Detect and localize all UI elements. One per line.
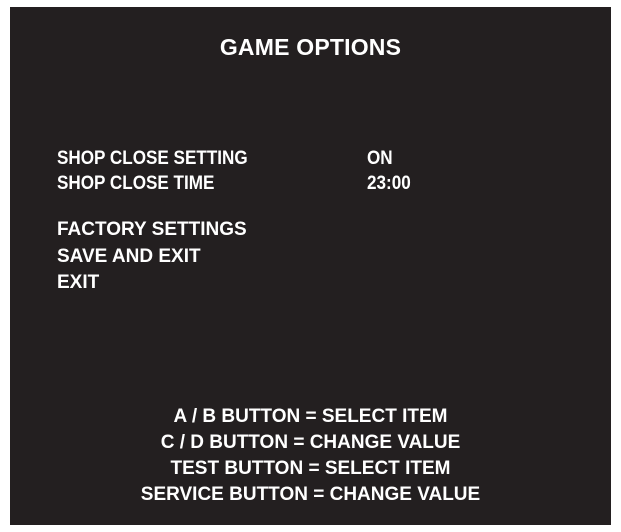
help-test-button: TEST BUTTON = SELECT ITEM bbox=[170, 458, 451, 479]
shop-close-setting-value: ON bbox=[367, 148, 393, 169]
shop-close-setting-row[interactable]: SHOP CLOSE SETTING ON bbox=[57, 147, 396, 171]
shop-close-time-value: 23:00 bbox=[367, 173, 411, 194]
help-cd-button: C / D BUTTON = CHANGE VALUE bbox=[160, 432, 461, 453]
shop-close-time-row[interactable]: SHOP CLOSE TIME 23:00 bbox=[57, 172, 416, 196]
shop-close-setting-label: SHOP CLOSE SETTING bbox=[57, 148, 248, 169]
factory-settings-item[interactable]: FACTORY SETTINGS bbox=[57, 218, 247, 242]
game-options-screen: GAME OPTIONS SHOP CLOSE SETTING ON SHOP … bbox=[10, 7, 611, 525]
help-ab-button: A / B BUTTON = SELECT ITEM bbox=[173, 406, 448, 427]
exit-item[interactable]: EXIT bbox=[57, 271, 99, 295]
save-and-exit-item[interactable]: SAVE AND EXIT bbox=[57, 245, 201, 269]
help-service-button: SERVICE BUTTON = CHANGE VALUE bbox=[140, 484, 481, 505]
shop-close-time-label: SHOP CLOSE TIME bbox=[57, 173, 215, 194]
page-title: GAME OPTIONS bbox=[219, 34, 402, 60]
